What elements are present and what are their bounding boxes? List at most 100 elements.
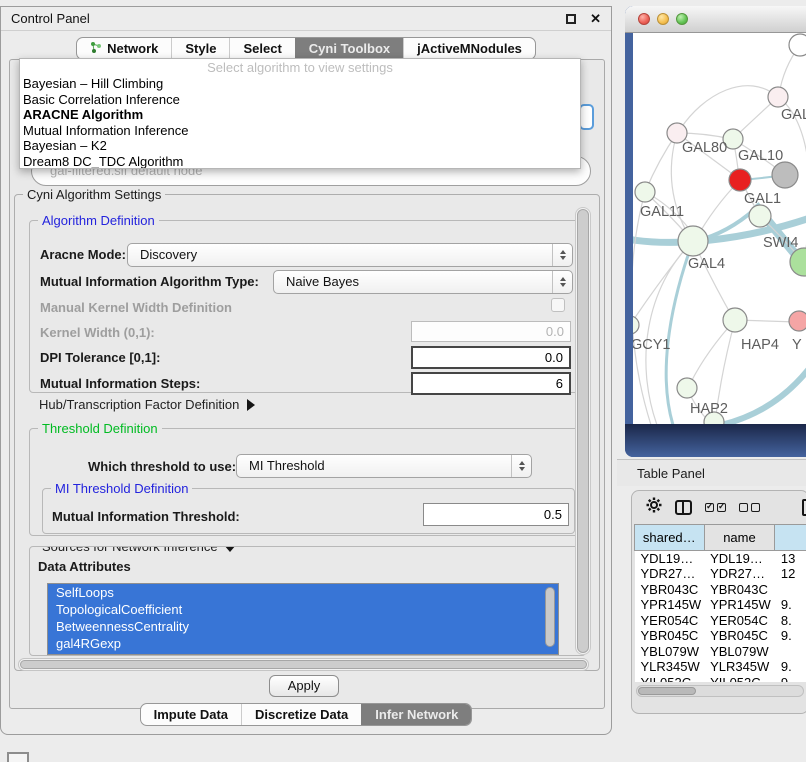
checked-pair-icon[interactable] [705,503,726,512]
table-row[interactable]: YPR145WYPR145W9. [635,597,806,613]
node-table: shared… name YDL19…YDL19…13 YDR27…YDR27…… [634,524,806,682]
mi-steps-label: Mutual Information Steps: [40,376,200,391]
network-node-hap4[interactable] [723,308,747,332]
node-label: GAL10 [738,148,783,164]
table-row[interactable]: YER054CYER054C8. [635,613,806,629]
tab-network-label: Network [107,41,158,56]
algorithm-dropdown-list: Select algorithm to view settings Bayesi… [19,58,581,169]
zoom-traffic-light[interactable] [676,13,688,25]
tab-select[interactable]: Select [229,38,294,59]
apply-button[interactable]: Apply [269,675,339,697]
cyni-toolbox-content: gal-filtered.sif default node Select alg… [9,59,605,709]
network-node-gal11[interactable] [635,182,655,202]
aracne-mode-label: Aracne Mode: [40,247,126,262]
threshold-definition-title: Threshold Definition [38,421,162,436]
table-row[interactable]: YDL19…YDL19…13 [635,551,806,567]
dropdown-item[interactable]: Dream8 DC_TDC Algorithm [20,154,580,170]
table-row[interactable]: YBR043CYBR043C [635,582,806,598]
manual-kernel-label: Manual Kernel Width Definition [40,300,232,315]
settings-horizontal-scrollbar[interactable] [18,658,589,671]
aracne-mode-combo[interactable]: Discovery [127,243,573,267]
dropdown-item[interactable]: Mutual Information Inference [20,123,580,139]
table-row[interactable]: YBL079WYBL079W [635,644,806,660]
node-label: Y [792,337,802,353]
list-item[interactable]: BetweennessCentrality [48,618,558,635]
dpi-tolerance-field[interactable] [411,346,571,369]
node-label: GAL1 [744,191,781,207]
dropdown-item[interactable]: Bayesian – Hill Climbing [20,76,580,92]
table-row[interactable]: YBR045CYBR045C9. [635,628,806,644]
table-row[interactable]: YLR345WYLR345W9. [635,659,806,675]
dropdown-item[interactable]: Basic Correlation Inference [20,92,580,108]
settings-vertical-scrollbar[interactable] [575,207,591,655]
dropdown-item-selected[interactable]: ARACNE Algorithm [20,107,580,123]
table-toolbar [632,491,806,524]
table-horizontal-scrollbar[interactable] [636,685,804,697]
expand-right-icon [247,399,255,411]
tab-network[interactable]: Network [77,38,171,59]
page-icon[interactable] [802,499,806,516]
columns-icon[interactable] [675,500,692,515]
table-panel-title: Table Panel [637,466,705,481]
cyni-algorithm-settings-group: Cyni Algorithm Settings Algorithm Defini… [14,194,600,671]
close-icon[interactable]: ✕ [590,11,601,27]
network-view-window: GAL GAL80 GAL10 GAL1 GAL11 SWI4 GAL4 GCY… [625,6,806,457]
threshold-definition-group: Threshold Definition Which threshold to … [29,428,586,536]
network-node-hap2[interactable] [677,378,697,398]
network-edge[interactable] [633,243,690,325]
close-traffic-light[interactable] [638,13,650,25]
network-node[interactable] [772,162,798,188]
mi-type-label: Mutual Information Algorithm Type: [40,274,259,289]
column-header-shared[interactable]: shared… [635,525,705,551]
control-panel-window: Control Panel ✕ Network Style [0,6,612,735]
node-label: GCY1 [633,337,671,353]
network-edge[interactable] [721,355,806,424]
sources-group-title[interactable]: Sources for Network Inference [38,546,240,554]
network-node[interactable] [789,34,806,56]
table-panel-titlebar: Table Panel [617,459,806,486]
network-node-gal4[interactable] [678,226,708,256]
tab-jactivemnodules[interactable]: jActiveMNodules [403,38,535,59]
network-edge[interactable] [679,86,778,131]
float-window-icon[interactable] [566,14,576,24]
mi-steps-field[interactable] [411,372,571,395]
network-icon [90,41,102,56]
mi-type-combo[interactable]: Naive Bayes [273,270,573,294]
mi-threshold-group: MI Threshold Definition Mutual Informati… [42,488,575,534]
minimized-window-fragment[interactable] [7,752,29,762]
minimize-traffic-light[interactable] [657,13,669,25]
list-item[interactable]: SelfLoops [48,584,558,601]
combo-arrows-icon [552,271,572,293]
network-node[interactable] [749,205,771,227]
network-canvas[interactable]: GAL GAL80 GAL10 GAL1 GAL11 SWI4 GAL4 GCY… [633,33,806,424]
kernel-width-field[interactable] [411,321,571,342]
tab-cyni-toolbox[interactable]: Cyni Toolbox [295,38,403,59]
network-node-gal1[interactable] [729,169,751,191]
node-label: HAP4 [741,337,779,353]
list-item[interactable]: gal4RGexp [48,635,558,652]
unchecked-pair-icon[interactable] [739,503,760,512]
table-row[interactable]: YDR27…YDR27…12 [635,566,806,582]
hub-tf-definition-toggle[interactable]: Hub/Transcription Factor Definition [39,397,255,412]
table-row[interactable]: YIL052CYIL052C9 [635,675,806,683]
tab-infer-network[interactable]: Infer Network [361,704,471,725]
tab-impute-data[interactable]: Impute Data [141,704,241,725]
manual-kernel-checkbox[interactable] [551,298,565,312]
combo-arrows-icon [511,455,531,477]
table-panel: shared… name YDL19…YDL19…13 YDR27…YDR27…… [631,490,806,714]
list-vertical-scrollbar[interactable] [545,587,555,647]
bottom-tabbar: Impute Data Discretize Data Infer Networ… [1,703,611,726]
gear-icon[interactable] [646,497,662,518]
tab-style[interactable]: Style [171,38,229,59]
dropdown-item[interactable]: Bayesian – K2 [20,138,580,154]
list-item[interactable]: TopologicalCoefficient [48,601,558,618]
column-header-name[interactable]: name [704,525,775,551]
tab-discretize-data[interactable]: Discretize Data [241,704,361,725]
network-node-gal[interactable] [768,87,788,107]
network-node-gcy1[interactable] [633,316,639,334]
node-label: GAL11 [640,204,684,220]
column-header[interactable] [775,525,806,551]
which-threshold-combo[interactable]: MI Threshold [236,454,532,478]
network-node[interactable] [789,311,806,331]
mi-threshold-field[interactable] [423,503,569,526]
